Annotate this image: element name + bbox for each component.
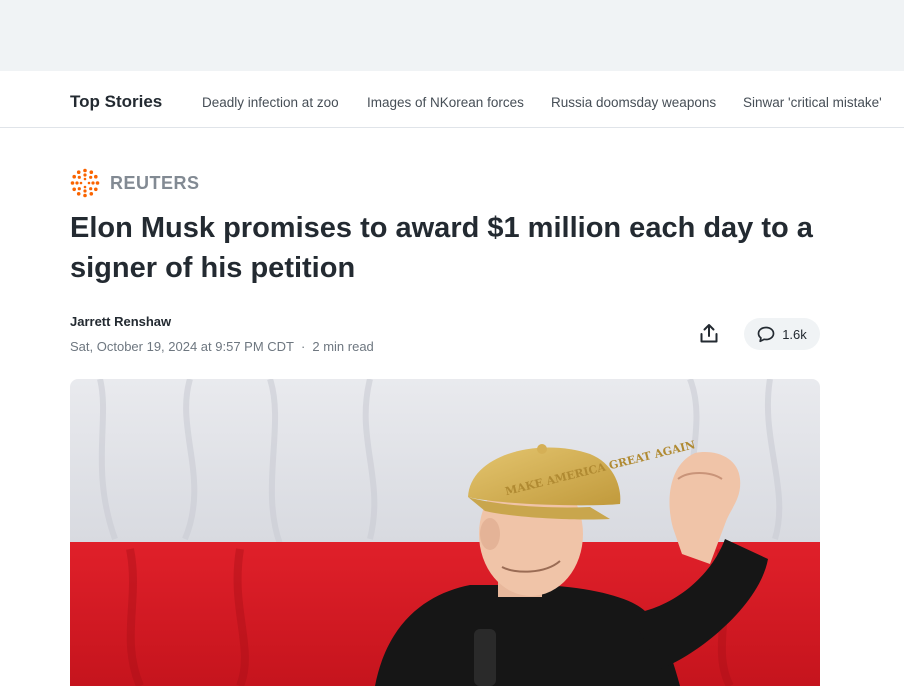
share-button[interactable] <box>691 316 727 350</box>
top-stories-bar: Top Stories Deadly infection at zoo Imag… <box>0 71 904 128</box>
publisher-name: REUTERS <box>110 172 200 193</box>
top-banner-area <box>0 0 904 71</box>
read-time: 2 min read <box>312 339 374 354</box>
article-meta: Sat, October 19, 2024 at 9:57 PM CDT · 2 m… <box>70 339 374 354</box>
reuters-logo-icon <box>70 168 100 198</box>
author-name[interactable]: Jarrett Renshaw <box>70 314 171 329</box>
publish-date: Sat, October 19, 2024 at 9:57 PM CDT <box>70 339 295 354</box>
comment-count: 1.6k <box>782 326 807 342</box>
comment-icon <box>757 326 775 342</box>
story-link-nkorean-forces[interactable]: Images of NKorean forces <box>367 95 524 110</box>
story-link-zoo-infection[interactable]: Deadly infection at zoo <box>202 95 339 110</box>
article-headline: Elon Musk promises to award $1 million e… <box>70 212 813 284</box>
share-icon <box>700 324 718 343</box>
story-link-russia-weapons[interactable]: Russia doomsday weapons <box>551 95 716 110</box>
publisher-link[interactable]: REUTERS <box>70 168 200 198</box>
hero-image: MAKE AMERICA GREAT AGAIN <box>70 379 820 686</box>
meta-separator: · <box>301 339 306 354</box>
story-link-sinwar[interactable]: Sinwar 'critical mistake' <box>743 95 882 110</box>
comments-button[interactable]: 1.6k <box>744 318 820 350</box>
top-stories-title: Top Stories <box>70 92 163 111</box>
